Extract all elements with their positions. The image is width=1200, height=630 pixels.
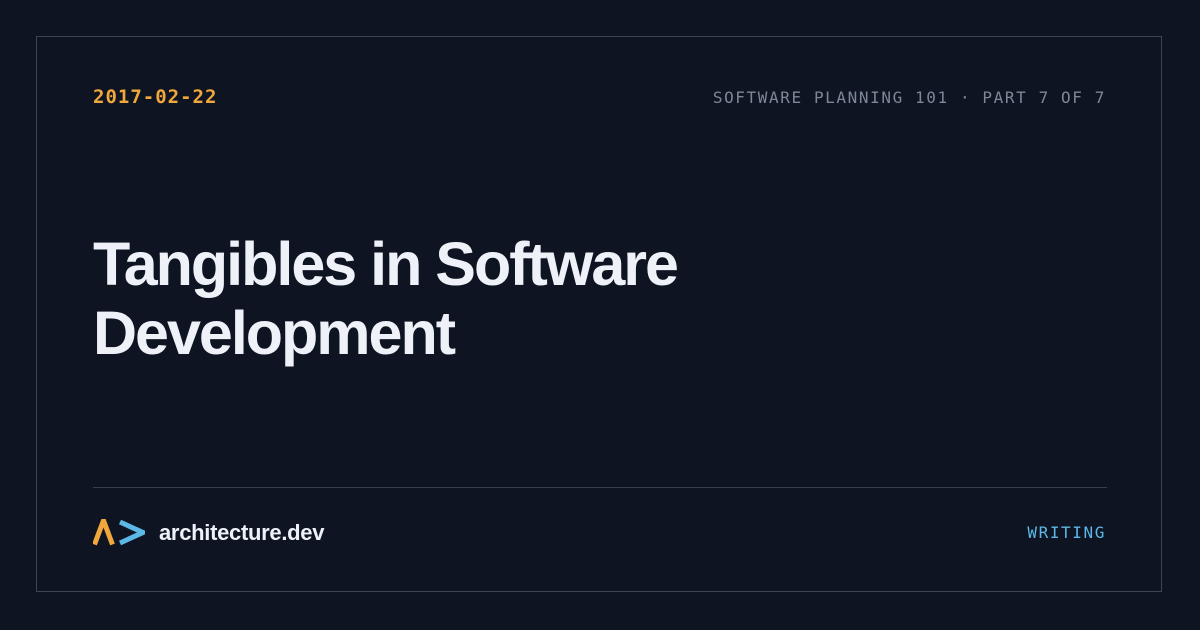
category-label: WRITING [1027, 523, 1106, 542]
logo-arrow-icon [118, 519, 145, 546]
logo-chevron-icon [93, 519, 115, 546]
series-label: SOFTWARE PLANNING 101 · PART 7 OF 7 [712, 88, 1106, 107]
divider [93, 487, 1107, 488]
post-date: 2017-02-22 [93, 86, 218, 108]
post-title: Tangibles in Software Development [93, 230, 679, 367]
site-name: architecture.dev [159, 520, 325, 545]
logo-icon [93, 519, 145, 546]
